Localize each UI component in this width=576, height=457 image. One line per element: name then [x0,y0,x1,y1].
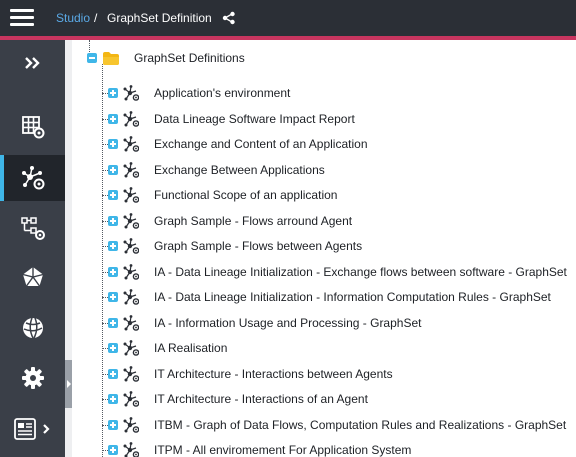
graph-node-icon [123,85,139,101]
tree-row[interactable]: IA Realisation [72,338,576,358]
tree-row[interactable]: Application's environment [72,83,576,103]
tree-row[interactable]: IA - Data Lineage Initialization - Excha… [72,262,576,282]
tree-row[interactable]: ITPM - All enviromement For Application … [72,440,576,457]
tree-row[interactable]: Exchange and Content of an Application [72,134,576,154]
tree-expand-toggle[interactable] [108,88,118,98]
tree-item-label[interactable]: IA - Data Lineage Initialization - Infor… [154,290,551,305]
flow-gear-icon [20,217,45,240]
rail-item-graphsets[interactable] [0,155,65,201]
folder-icon [103,52,119,65]
pentagon-icon [22,267,43,287]
tree-expand-toggle[interactable] [108,215,118,226]
tree-row[interactable]: Graph Sample - Flows arround Agent [72,211,576,231]
tree-expand-toggle[interactable] [108,113,118,124]
graph-node-icon [123,212,139,229]
gear-icon [21,367,44,389]
graph-node-icon [123,314,139,331]
tree-connector-top [89,40,90,54]
tree-item-label[interactable]: Application's environment [154,86,290,101]
network-gear-icon [21,166,44,190]
graph-node-icon [123,187,139,203]
graph-node-icon [123,110,139,127]
graph-node-icon [123,238,139,254]
graph-node-icon [123,161,139,178]
breadcrumb-studio-link[interactable]: Studio [56,11,90,25]
rail-item-grid[interactable] [0,104,65,150]
tree-expand-toggle[interactable] [108,343,118,353]
tree-item-label[interactable]: Data Lineage Software Impact Report [154,112,355,127]
tree-item-label[interactable]: IA Realisation [154,341,227,356]
graph-node-icon [123,340,139,356]
double-chevron-right-icon [24,57,40,69]
tree-item-label[interactable]: Exchange and Content of an Application [154,137,368,152]
tree-item-label[interactable]: ITPM - All enviromement For Application … [154,443,411,457]
tree-expand-toggle[interactable] [108,317,118,328]
tree-row[interactable]: IT Architecture - Interactions between A… [72,364,576,384]
rail-item-globe[interactable] [0,305,65,351]
tree-expand-toggle[interactable] [108,241,118,251]
tree-row[interactable]: Functional Scope of an application [72,185,576,205]
tree-item-label[interactable]: Functional Scope of an application [154,188,337,203]
left-navigation-rail [0,40,65,457]
page-title: GraphSet Definition [107,11,212,25]
tree-item-label[interactable]: Graph Sample - Flows between Agents [154,239,362,254]
tree-expand-toggle[interactable] [108,139,118,149]
tree-expand-toggle[interactable] [108,190,118,200]
rail-item-pentagon[interactable] [0,254,65,300]
grid-gear-icon [21,116,44,139]
splitter-collapse-handle[interactable] [65,360,72,408]
expand-rail-button[interactable] [0,40,65,86]
hamburger-menu-icon[interactable] [10,9,34,27]
graph-node-icon [123,365,139,382]
tree-row[interactable]: ITBM - Graph of Data Flows, Computation … [72,415,576,435]
share-icon[interactable] [222,11,236,25]
tree-expand-toggle[interactable] [108,164,118,175]
tree-item-label[interactable]: ITBM - Graph of Data Flows, Computation … [154,418,566,433]
tree-item-label[interactable]: IT Architecture - Interactions between A… [154,367,393,382]
tree-expand-toggle[interactable] [108,292,118,302]
graph-node-icon [123,289,139,305]
tree-row[interactable]: Exchange Between Applications [72,160,576,180]
tree-row[interactable]: IA - Data Lineage Initialization - Infor… [72,287,576,307]
tree-expand-toggle[interactable] [108,266,118,277]
globe-icon [22,317,43,339]
tree-row[interactable]: IT Architecture - Interactions of an Age… [72,389,576,409]
tree-item-label[interactable]: Graph Sample - Flows arround Agent [154,214,352,229]
tree-row[interactable]: Data Lineage Software Impact Report [72,109,576,129]
tree-root-collapse-toggle[interactable] [87,53,97,63]
tree-expand-toggle[interactable] [108,394,118,404]
tree-expand-toggle[interactable] [108,368,118,379]
rail-item-settings[interactable] [0,355,65,401]
tree-item-label[interactable]: IA - Information Usage and Processing - … [154,316,421,331]
report-icon [13,418,50,440]
rail-item-flows[interactable] [0,205,65,251]
tree-root-label[interactable]: GraphSet Definitions [134,51,245,66]
graph-node-icon [123,263,139,280]
tree-row[interactable]: IA - Information Usage and Processing - … [72,313,576,333]
top-bar: Studio / GraphSet Definition [0,0,576,36]
tree-row[interactable]: Graph Sample - Flows between Agents [72,236,576,256]
tree-item-label[interactable]: IT Architecture - Interactions of an Age… [154,392,368,407]
graph-node-icon [123,136,139,152]
graphset-tree: GraphSet Definitions Application's envir… [72,40,576,457]
tree-expand-toggle[interactable] [108,419,118,430]
tree-item-label[interactable]: IA - Data Lineage Initialization - Excha… [154,265,567,280]
graph-node-icon [123,442,139,457]
breadcrumb-separator: / [94,11,98,25]
graph-node-icon [123,416,139,433]
tree-item-label[interactable]: Exchange Between Applications [154,163,325,178]
tree-expand-toggle[interactable] [108,445,118,455]
rail-item-reports[interactable] [0,406,65,452]
graph-node-icon [123,391,139,407]
